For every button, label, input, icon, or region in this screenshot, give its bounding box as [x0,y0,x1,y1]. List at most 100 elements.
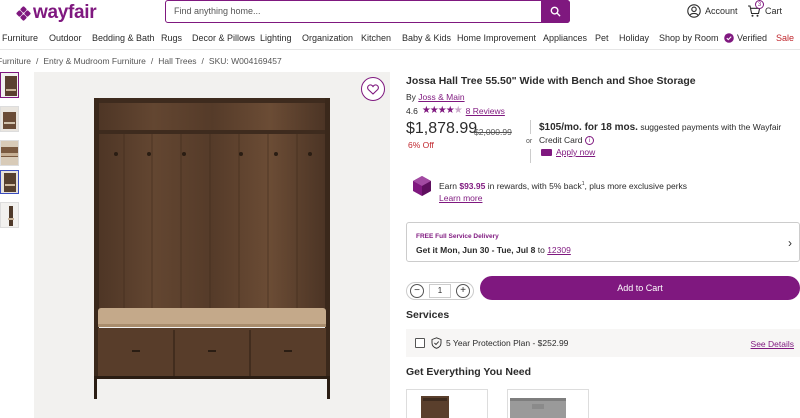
nav-divider [0,49,800,50]
nav-item-appliances[interactable]: Appliances [543,33,587,43]
protection-plan-label: 5 Year Protection Plan - $252.99 [446,338,569,348]
rewards-cube-icon [413,176,431,196]
cart-label: Cart [765,6,783,16]
protection-plan-checkbox[interactable] [415,338,425,348]
nav-item-shop-by-room[interactable]: Shop by Room [659,33,719,43]
thumbnail-5[interactable] [0,202,19,228]
rating-row: 4.6 ★★★★★ 8 Reviews [406,105,505,116]
rewards-prefix: Earn [439,180,457,191]
rewards-suffix-2: , plus more exclusive perks [584,180,688,191]
recommendation-card-1[interactable] [406,389,488,418]
zip-code-link[interactable]: 12309 [547,245,571,255]
thumbnail-detail-image [1,141,18,165]
search-button[interactable] [541,0,570,23]
search-input[interactable] [174,6,534,16]
account-icon [687,4,701,18]
search-bar [165,0,570,23]
site-header: wayfair Account 3 Cart [0,0,800,28]
delivery-to: to [537,245,545,255]
breadcrumb-separator: / [36,56,39,66]
star-rating-icon: ★★★★★ [421,105,463,116]
delivery-dates: Mon, Jun 30 - Tue, Jul 8 [440,245,536,255]
nav-item-bedding-bath[interactable]: Bedding & Bath [92,33,155,43]
breadcrumb: Furniture / Entry & Mudroom Furniture / … [0,56,282,66]
thumbnail-hall-tree-image [1,73,18,97]
or-label: or [526,138,533,145]
thumbnail-2[interactable] [0,106,19,132]
thumbnail-4[interactable] [0,170,19,194]
nav-item-holiday[interactable]: Holiday [619,33,649,43]
nav-item-lighting[interactable]: Lighting [260,33,292,43]
breadcrumb-item-hall-trees[interactable]: Hall Trees [158,56,196,66]
nav-item-baby-kids[interactable]: Baby & Kids [402,33,451,43]
thumbnail-1[interactable] [0,72,19,98]
apply-now-label: Apply now [556,147,596,157]
thumbnail-side-image [1,203,18,227]
breadcrumb-separator: / [201,56,204,66]
nav-item-rugs[interactable]: Rugs [161,33,182,43]
thumbnail-room-image [1,107,18,131]
wayfair-logo[interactable]: wayfair [15,2,97,24]
breadcrumb-separator: / [150,56,154,66]
brand-link[interactable]: Joss & Main [418,92,464,102]
wayfair-logo-icon [15,5,32,21]
nav-item-home-improvement[interactable]: Home Improvement [457,33,536,43]
nav-item-organization[interactable]: Organization [302,33,353,43]
chevron-right-icon: › [788,236,792,250]
recommendation-image-2 [508,390,588,418]
monthly-amount: $105/mo. for 18 mos. [539,122,638,133]
apply-now-link[interactable]: Apply now [541,147,595,157]
cart-link[interactable]: 3 Cart [747,0,783,18]
rating-value: 4.6 [406,105,418,116]
get-everything-heading: Get Everything You Need [406,366,532,378]
breadcrumb-item-entry-mudroom[interactable]: Entry & Mudroom Furniture [43,56,146,66]
services-heading: Services [406,309,450,321]
heart-icon [367,83,379,95]
verified-badge-icon [724,33,734,43]
nav-item-sale[interactable]: Sale [776,33,794,43]
nav-item-kitchen[interactable]: Kitchen [361,33,391,43]
nav-item-furniture[interactable]: Furniture [2,33,38,43]
discount-label: 6% Off [408,140,434,150]
shield-check-icon [431,337,442,349]
nav-item-verified[interactable]: Verified [724,33,767,43]
byline-prefix: By [406,92,416,102]
nav-item-decor-pillows[interactable]: Decor & Pillows [192,33,255,43]
main-product-image[interactable] [34,72,390,418]
nav-item-verified-label: Verified [737,33,768,43]
protection-plan-row: 5 Year Protection Plan - $252.99 See Det… [406,329,800,357]
or-divider-bottom [530,149,531,163]
financing-offer: $105/mo. for 18 mos. suggested payments … [539,121,794,147]
quantity-input[interactable]: 1 [429,284,451,298]
credit-card-icon [541,148,552,156]
category-nav: Furniture Outdoor Bedding & Bath Rugs De… [0,30,800,48]
thumbnail-bench-image [1,171,18,193]
breadcrumb-sku: SKU: W004169457 [208,56,282,66]
delivery-estimate: Get it Mon, Jun 30 - Tue, Jul 8 to 12309 [416,245,571,255]
increase-quantity-button[interactable]: + [456,284,470,298]
hall-tree-illustration [34,72,390,418]
search-icon [550,6,561,17]
delivery-badge: FREE Full Service Delivery [416,233,499,240]
reviews-link[interactable]: 8 Reviews [466,106,505,116]
add-to-cart-button[interactable]: Add to Cart [480,276,800,300]
breadcrumb-item-furniture[interactable]: Furniture [0,56,31,66]
product-title: Jossa Hall Tree 55.50" Wide with Bench a… [406,75,696,87]
nav-item-outdoor[interactable]: Outdoor [49,33,82,43]
decrease-quantity-button[interactable]: − [410,284,424,298]
rewards-offer: Earn $93.95 in rewards, with 5% back1, p… [439,178,739,204]
thumbnail-3[interactable] [0,140,19,166]
rewards-suffix: in rewards, with 5% back [487,180,582,191]
nav-item-pet[interactable]: Pet [595,33,609,43]
delivery-box[interactable]: FREE Full Service Delivery Get it Mon, J… [406,222,800,262]
info-icon[interactable]: i [584,136,594,146]
account-label: Account [705,6,738,16]
learn-more-link[interactable]: Learn more [439,193,482,203]
sale-price: $1,878.99 [406,120,478,137]
recommendation-image-1 [407,390,487,418]
cart-count-badge: 3 [755,0,764,9]
recommendation-card-2[interactable] [507,389,589,418]
see-details-link[interactable]: See Details [751,339,794,349]
add-to-favorites-button[interactable] [361,77,385,101]
account-link[interactable]: Account [687,4,738,18]
